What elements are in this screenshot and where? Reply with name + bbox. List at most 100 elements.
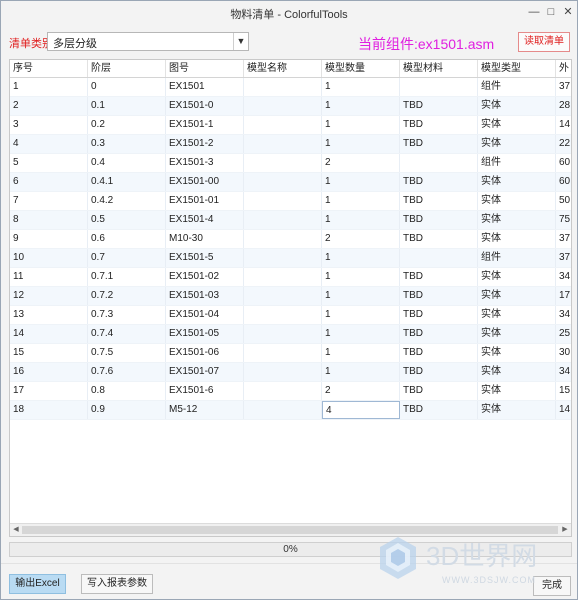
cell-index[interactable]: 11 [10, 268, 88, 286]
table-row[interactable]: 4 0.3 EX1501-2 1 TBD 实体 22 [10, 135, 571, 154]
cell-drawing-no[interactable]: EX1501-04 [166, 306, 244, 324]
cell-ext[interactable]: 37 [556, 230, 571, 248]
table-row[interactable]: 7 0.4.2 EX1501-01 1 TBD 实体 50 [10, 192, 571, 211]
cell-model-material[interactable]: TBD [400, 268, 478, 286]
category-select[interactable]: 多层分级 ▼ [47, 32, 249, 51]
cell-model-qty[interactable]: 1 [322, 97, 400, 115]
cell-ext[interactable]: 15 [556, 382, 571, 400]
cell-ext[interactable]: 34 [556, 306, 571, 324]
cell-level[interactable]: 0.2 [88, 116, 166, 134]
cell-model-name[interactable] [244, 382, 322, 400]
cell-level[interactable]: 0.9 [88, 401, 166, 419]
cell-level[interactable]: 0.7.1 [88, 268, 166, 286]
cell-index[interactable]: 1 [10, 78, 88, 96]
table-row[interactable]: 13 0.7.3 EX1501-04 1 TBD 实体 34 [10, 306, 571, 325]
cell-model-material[interactable] [400, 249, 478, 267]
column-header-model-name[interactable]: 模型名称 [244, 60, 322, 77]
cell-drawing-no[interactable]: EX1501-06 [166, 344, 244, 362]
cell-model-type[interactable]: 实体 [478, 401, 556, 419]
table-row[interactable]: 16 0.7.6 EX1501-07 1 TBD 实体 34 [10, 363, 571, 382]
cell-model-name[interactable] [244, 230, 322, 248]
cell-drawing-no[interactable]: EX1501-03 [166, 287, 244, 305]
cell-drawing-no[interactable]: EX1501-00 [166, 173, 244, 191]
cell-model-material[interactable]: TBD [400, 230, 478, 248]
cell-level[interactable]: 0.5 [88, 211, 166, 229]
cell-drawing-no[interactable]: M5-12 [166, 401, 244, 419]
cell-model-material[interactable]: TBD [400, 401, 478, 419]
close-icon[interactable]: ✕ [560, 4, 576, 20]
cell-index[interactable]: 3 [10, 116, 88, 134]
cell-model-name[interactable] [244, 363, 322, 381]
cell-model-material[interactable]: TBD [400, 287, 478, 305]
cell-drawing-no[interactable]: EX1501-6 [166, 382, 244, 400]
column-header-ext[interactable]: 外 [556, 60, 571, 77]
column-header-level[interactable]: 阶层 [88, 60, 166, 77]
cell-drawing-no[interactable]: EX1501-1 [166, 116, 244, 134]
cell-level[interactable]: 0.7.3 [88, 306, 166, 324]
cell-model-material[interactable]: TBD [400, 173, 478, 191]
cell-model-material[interactable]: TBD [400, 116, 478, 134]
cell-model-type[interactable]: 实体 [478, 192, 556, 210]
cell-model-qty[interactable]: 1 [322, 249, 400, 267]
table-row[interactable]: 17 0.8 EX1501-6 2 TBD 实体 15 [10, 382, 571, 401]
cell-model-material[interactable]: TBD [400, 211, 478, 229]
chevron-down-icon[interactable]: ▼ [233, 33, 248, 50]
cell-model-name[interactable] [244, 97, 322, 115]
cell-drawing-no[interactable]: EX1501-2 [166, 135, 244, 153]
column-header-model-type[interactable]: 模型类型 [478, 60, 556, 77]
cell-model-name[interactable] [244, 287, 322, 305]
table-row[interactable]: 9 0.6 M10-30 2 TBD 实体 37 [10, 230, 571, 249]
table-row[interactable]: 10 0.7 EX1501-5 1 组件 37 [10, 249, 571, 268]
cell-drawing-no[interactable]: EX1501-07 [166, 363, 244, 381]
cell-index[interactable]: 4 [10, 135, 88, 153]
cell-ext[interactable]: 14 [556, 401, 571, 419]
cell-model-material[interactable] [400, 154, 478, 172]
cell-model-qty[interactable]: 1 [322, 287, 400, 305]
table-row[interactable]: 11 0.7.1 EX1501-02 1 TBD 实体 34 [10, 268, 571, 287]
cell-model-type[interactable]: 实体 [478, 344, 556, 362]
cell-index[interactable]: 5 [10, 154, 88, 172]
cell-drawing-no[interactable]: EX1501 [166, 78, 244, 96]
table-row[interactable]: 12 0.7.2 EX1501-03 1 TBD 实体 17 [10, 287, 571, 306]
cell-index[interactable]: 9 [10, 230, 88, 248]
cell-model-qty[interactable]: 1 [322, 211, 400, 229]
cell-level[interactable]: 0.7.5 [88, 344, 166, 362]
cell-ext[interactable]: 14 [556, 116, 571, 134]
cell-index[interactable]: 8 [10, 211, 88, 229]
cell-drawing-no[interactable]: EX1501-3 [166, 154, 244, 172]
cell-ext[interactable]: 60 [556, 173, 571, 191]
cell-ext[interactable]: 25 [556, 325, 571, 343]
cell-model-name[interactable] [244, 154, 322, 172]
cell-drawing-no[interactable]: EX1501-4 [166, 211, 244, 229]
cell-drawing-no[interactable]: EX1501-5 [166, 249, 244, 267]
cell-model-name[interactable] [244, 173, 322, 191]
cell-index[interactable]: 12 [10, 287, 88, 305]
cell-model-type[interactable]: 实体 [478, 135, 556, 153]
column-header-model-qty[interactable]: 模型数量 [322, 60, 400, 77]
cell-model-name[interactable] [244, 116, 322, 134]
cell-model-name[interactable] [244, 211, 322, 229]
cell-model-material[interactable]: TBD [400, 382, 478, 400]
cell-ext[interactable]: 37 [556, 249, 571, 267]
cell-model-qty[interactable]: 1 [322, 173, 400, 191]
cell-model-name[interactable] [244, 78, 322, 96]
column-header-index[interactable]: 序号 [10, 60, 88, 77]
cell-model-material[interactable] [400, 78, 478, 96]
cell-drawing-no[interactable]: EX1501-02 [166, 268, 244, 286]
scroll-left-icon[interactable]: ◀ [10, 524, 22, 536]
cell-model-type[interactable]: 实体 [478, 173, 556, 191]
cell-level[interactable]: 0.7.4 [88, 325, 166, 343]
table-row[interactable]: 2 0.1 EX1501-0 1 TBD 实体 28 [10, 97, 571, 116]
cell-model-name[interactable] [244, 192, 322, 210]
cell-model-name[interactable] [244, 249, 322, 267]
table-row[interactable]: 15 0.7.5 EX1501-06 1 TBD 实体 30 [10, 344, 571, 363]
cell-model-type[interactable]: 实体 [478, 287, 556, 305]
column-header-model-material[interactable]: 模型材料 [400, 60, 478, 77]
table-row[interactable]: 3 0.2 EX1501-1 1 TBD 实体 14 [10, 116, 571, 135]
cell-level[interactable]: 0.4 [88, 154, 166, 172]
cell-index[interactable]: 18 [10, 401, 88, 419]
cell-model-qty[interactable]: 1 [322, 78, 400, 96]
maximize-icon[interactable]: □ [543, 4, 559, 20]
table-row[interactable]: 18 0.9 M5-12 4 TBD 实体 14 [10, 401, 571, 420]
cell-model-type[interactable]: 实体 [478, 230, 556, 248]
